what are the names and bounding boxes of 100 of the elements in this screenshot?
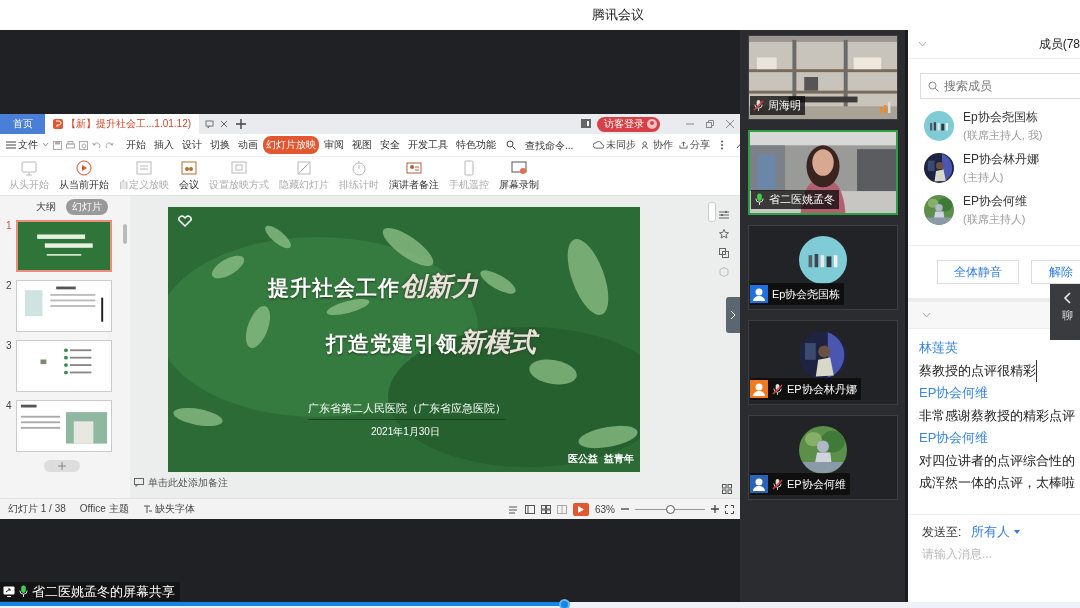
missing-fonts-label[interactable]: 缺失字体 <box>154 502 195 516</box>
member-search-field[interactable]: 搜索成员 <box>920 73 1080 99</box>
scrollbar[interactable] <box>708 202 716 222</box>
zoom-level[interactable]: 63% <box>595 503 615 515</box>
chat-message: 成浑然一体的点评，太棒啦 <box>919 474 1075 492</box>
cloud-icon <box>593 141 604 149</box>
video-tile[interactable]: EP协会林丹娜 <box>748 320 898 405</box>
comment-icon <box>134 478 144 487</box>
menu-tab[interactable]: 视图 <box>349 136 375 154</box>
play-button[interactable] <box>573 502 589 516</box>
cube-icon <box>719 267 729 277</box>
grid-icon <box>722 484 732 494</box>
close-icon <box>726 120 734 128</box>
minimize-icon <box>686 120 694 128</box>
stopwatch-icon <box>350 160 368 176</box>
record-screen-icon <box>510 160 528 176</box>
panel-tab[interactable]: 大纲 <box>30 199 62 215</box>
search-icon <box>928 80 939 92</box>
menu-tab[interactable]: 幻灯片放映 <box>263 136 319 154</box>
notes-field[interactable]: 单击此处添加备注 <box>148 477 258 488</box>
chat-message: 蔡教授的点评很精彩 <box>919 359 1037 382</box>
chevron-down-icon <box>918 41 927 47</box>
slide-count: 幻灯片 1 / 38 <box>8 502 66 516</box>
participant-name: EP协会何维 <box>787 476 846 492</box>
slide-thumbnail[interactable] <box>16 280 112 332</box>
slide-thumbnail[interactable] <box>16 340 112 392</box>
command-search-field[interactable]: 查找命令... <box>525 139 591 151</box>
member-role: (主持人) <box>963 170 1005 185</box>
expand-panel-button[interactable] <box>726 297 740 333</box>
chevron-right-icon <box>730 310 736 320</box>
slide-title: 创新力 <box>400 270 478 303</box>
play-icon <box>578 505 584 513</box>
menu-tab[interactable]: 开始 <box>123 136 149 154</box>
document-tab[interactable]: 首页 <box>0 114 45 134</box>
reading-view-icon <box>557 504 567 514</box>
slide-number: 3 <box>6 340 13 351</box>
ribbon-button[interactable]: 演讲者备注 <box>384 160 444 192</box>
mute-button[interactable]: 全体静音 <box>937 260 1019 284</box>
plus-icon <box>58 462 66 470</box>
recipient-dropdown[interactable]: 所有人 <box>971 523 1021 541</box>
ribbon-button[interactable]: 屏幕录制 <box>494 160 544 192</box>
slide-icon <box>295 160 313 176</box>
theme-name: Office 主题 <box>79 502 129 516</box>
participant-name: 周海明 <box>768 98 801 113</box>
member-name: EP协会何维 <box>963 193 1027 210</box>
chat-tab[interactable]: 聊 <box>1050 284 1080 340</box>
ribbon-button[interactable]: 会议 <box>174 160 204 192</box>
fit-window-icon <box>725 504 734 514</box>
participant-name: EP协会林丹娜 <box>787 381 857 397</box>
video-tile[interactable]: 省二医姚孟冬 <box>748 130 898 215</box>
video-tile[interactable]: EP协会何维 <box>748 415 898 500</box>
normal-view-icon <box>525 504 535 514</box>
slide-subtitle: 广东省第二人民医院（广东省应急医院） <box>308 401 506 420</box>
members-title: 成员(78 <box>1038 35 1080 53</box>
slide-thumbnail[interactable] <box>16 400 112 452</box>
notes-view-icon <box>509 504 519 514</box>
scrollbar[interactable] <box>123 224 127 244</box>
presentation-file-icon <box>53 119 63 129</box>
video-tile[interactable]: Ep协会尧国栋 <box>748 225 898 310</box>
document-tab[interactable]: 【新】提升社会工...1.01.12) <box>45 114 200 134</box>
progress-thumb[interactable] <box>558 599 570 608</box>
print-icon <box>66 140 75 150</box>
slide-thumbnail[interactable] <box>16 220 112 272</box>
member-name: EP协会林丹娜 <box>963 151 1039 168</box>
screen-share-label: 省二医姚孟冬的屏幕共享 <box>32 582 175 601</box>
menu-tab[interactable]: 切换 <box>207 136 233 154</box>
window-title: 腾讯会议 <box>591 6 644 24</box>
collaborate-button[interactable]: 协作 <box>640 138 675 152</box>
share-icon <box>679 141 688 149</box>
member-role: (联席主持人) <box>963 212 1027 227</box>
chevron-left-icon <box>1063 292 1071 304</box>
menu-tab[interactable]: 开发工具 <box>405 136 451 154</box>
avatar-icon <box>647 119 657 129</box>
slide-number: 1 <box>6 220 13 231</box>
speech-bubble-icon <box>205 119 215 129</box>
star-icon <box>719 229 729 239</box>
chat-sender: EP协会何维 <box>919 429 989 447</box>
share-button[interactable]: 分享 <box>677 138 712 152</box>
heart-logo-icon <box>178 215 192 227</box>
undo-icon <box>92 140 101 150</box>
screen-icon <box>230 160 248 176</box>
file-menu[interactable]: 文件 <box>6 138 38 152</box>
menu-tab[interactable]: 审阅 <box>321 136 347 154</box>
menu-tab[interactable]: 设计 <box>179 136 205 154</box>
login-button[interactable]: 访客登录 <box>597 116 660 132</box>
ribbon-button[interactable]: 从当前开始 <box>54 160 114 192</box>
sync-button[interactable]: 未同步 <box>591 138 638 152</box>
microphone-icon <box>18 585 29 598</box>
chat-sender: EP协会何维 <box>919 384 989 402</box>
menu-tab[interactable]: 安全 <box>377 136 403 154</box>
menu-tab[interactable]: 动画 <box>235 136 261 154</box>
menu-tab[interactable]: 特色功能 <box>453 136 499 154</box>
video-tile[interactable]: 周海明 <box>748 35 898 120</box>
chat-message: 对四位讲者的点评综合性的 <box>919 451 1075 470</box>
zoom-slider-thumb[interactable] <box>665 504 675 514</box>
add-slide-button[interactable] <box>44 460 80 472</box>
document-icon <box>135 160 153 176</box>
caret-icon <box>1014 530 1021 534</box>
mute-button[interactable]: 解除 <box>1031 260 1080 284</box>
menu-tab[interactable]: 插入 <box>151 136 177 154</box>
